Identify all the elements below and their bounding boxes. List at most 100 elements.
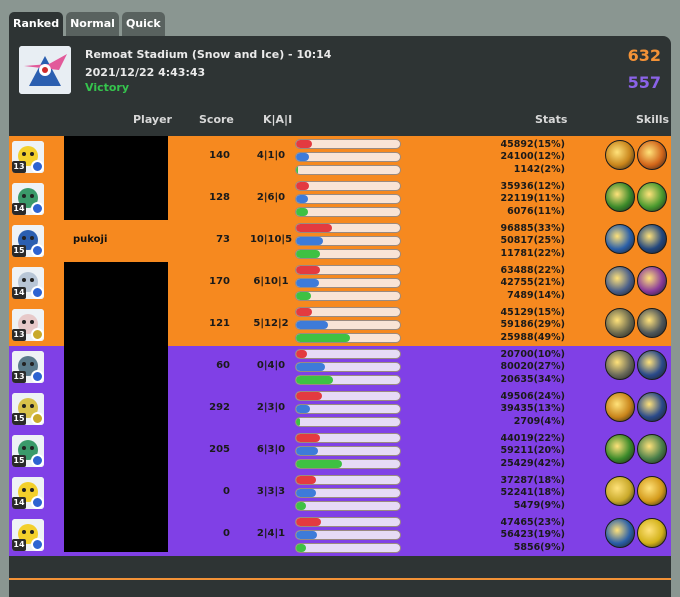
heal-bar	[295, 165, 401, 175]
skill-2-icon	[637, 266, 667, 296]
heal-bar-fill	[296, 292, 312, 300]
heal-bar	[295, 249, 401, 259]
damage-bar	[295, 265, 401, 275]
redacted-block	[64, 136, 168, 220]
damage-bar-fill	[296, 266, 321, 274]
held-item-icon	[31, 244, 44, 257]
skill-2-icon	[637, 392, 667, 422]
held-item-icon	[31, 160, 44, 173]
damage-bar	[295, 391, 401, 401]
skill-1-icon	[605, 476, 635, 506]
stat-bars	[295, 433, 401, 472]
player-score: 60	[216, 360, 230, 371]
player-score: 170	[209, 276, 230, 287]
taken-bar	[295, 236, 401, 246]
footer-divider	[9, 578, 671, 580]
stat-bars	[295, 391, 401, 430]
taken-bar	[295, 404, 401, 414]
taken-bar-fill	[296, 279, 319, 287]
player-score: 0	[223, 486, 230, 497]
player-stats: 44019(22%) 59211(20%) 25429(42%)	[501, 433, 565, 470]
damage-dealt: 63488(22%)	[500, 265, 565, 276]
player-kda: 4|1|0	[256, 150, 286, 161]
healing-done: 7489(14%)	[507, 289, 565, 301]
player-score: 0	[223, 528, 230, 539]
tab-ranked[interactable]: Ranked	[9, 12, 64, 36]
damage-bar-fill	[296, 476, 316, 484]
damage-taken: 52241(18%)	[500, 487, 565, 499]
taken-bar-fill	[296, 321, 328, 329]
tab-normal[interactable]: Normal	[66, 12, 119, 36]
column-score: Score	[199, 113, 234, 126]
stat-bars	[295, 517, 401, 556]
greninja-avatar-icon: 15	[12, 225, 44, 257]
player-stats: 49506(24%) 39435(13%) 2709(4%)	[501, 391, 565, 428]
player-level: 15	[12, 455, 26, 467]
held-item-icon	[31, 202, 44, 215]
player-row: 15 pukoji 73 10|10|5 96885(33%) 50817(25%) 117…	[9, 220, 671, 262]
heal-bar	[295, 333, 401, 343]
heal-bar-fill	[296, 334, 350, 342]
damage-dealt: 45892(15%)	[500, 139, 565, 150]
held-item-icon	[31, 328, 44, 341]
player-level: 15	[12, 245, 26, 257]
taken-bar	[295, 152, 401, 162]
skill-1-icon	[605, 308, 635, 338]
heal-bar	[295, 459, 401, 469]
player-stats: 96885(33%) 50817(25%) 11781(22%)	[501, 223, 565, 260]
heal-bar	[295, 501, 401, 511]
pikachu-avatar-icon: 13	[12, 141, 44, 173]
taken-bar-fill	[296, 153, 310, 161]
skill-2-icon	[637, 140, 667, 170]
heal-bar-fill	[296, 208, 308, 216]
heal-bar	[295, 375, 401, 385]
skill-2-icon	[637, 182, 667, 212]
skill-2-icon	[637, 434, 667, 464]
taken-bar-fill	[296, 237, 324, 245]
player-kda: 2|6|0	[256, 192, 286, 203]
player-kda: 6|10|1	[253, 276, 289, 287]
damage-bar	[295, 349, 401, 359]
held-item-icon	[31, 496, 44, 509]
player-level: 15	[12, 413, 26, 425]
skill-1-icon	[605, 140, 635, 170]
skill-1-icon	[605, 182, 635, 212]
damage-bar-fill	[296, 140, 313, 148]
heal-bar-fill	[296, 502, 306, 510]
damage-taken: 59186(29%)	[500, 319, 565, 331]
player-level: 13	[12, 329, 26, 341]
damage-taken: 24100(12%)	[500, 151, 565, 163]
skill-1-icon	[605, 392, 635, 422]
match-header: Remoat Stadium (Snow and Ice) - 10:14 20…	[9, 36, 671, 102]
damage-bar-fill	[296, 350, 307, 358]
taken-bar	[295, 278, 401, 288]
healing-done: 5479(9%)	[513, 499, 565, 511]
stat-bars	[295, 223, 401, 262]
player-level: 14	[12, 287, 26, 299]
skill-1-icon	[605, 518, 635, 548]
damage-taken: 56423(19%)	[500, 529, 565, 541]
damage-bar-fill	[296, 224, 333, 232]
player-kda: 2|3|0	[256, 402, 286, 413]
damage-taken: 50817(25%)	[500, 235, 565, 247]
taken-bar-fill	[296, 195, 308, 203]
player-kda: 6|3|0	[256, 444, 286, 455]
heal-bar-fill	[296, 166, 299, 174]
taken-bar-fill	[296, 363, 326, 371]
stage-title: Remoat Stadium (Snow and Ice) - 10:14	[85, 48, 332, 61]
player-level: 14	[12, 203, 26, 215]
match-datetime: 2021/12/22 4:43:43	[85, 66, 206, 79]
tab-quick[interactable]: Quick	[121, 12, 165, 36]
mr-mime-avatar-icon: 13	[12, 309, 44, 341]
match-result: Victory	[85, 81, 130, 94]
player-kda: 10|10|5	[249, 234, 293, 245]
match-panel: Remoat Stadium (Snow and Ice) - 10:14 20…	[9, 36, 671, 597]
player-level: 14	[12, 539, 26, 551]
taken-bar-fill	[296, 531, 317, 539]
taken-bar	[295, 488, 401, 498]
player-stats: 47465(23%) 56423(19%) 5856(9%)	[501, 517, 565, 554]
damage-dealt: 44019(22%)	[500, 433, 565, 444]
player-kda: 0|4|0	[256, 360, 286, 371]
stat-bars	[295, 181, 401, 220]
player-level: 14	[12, 497, 26, 509]
